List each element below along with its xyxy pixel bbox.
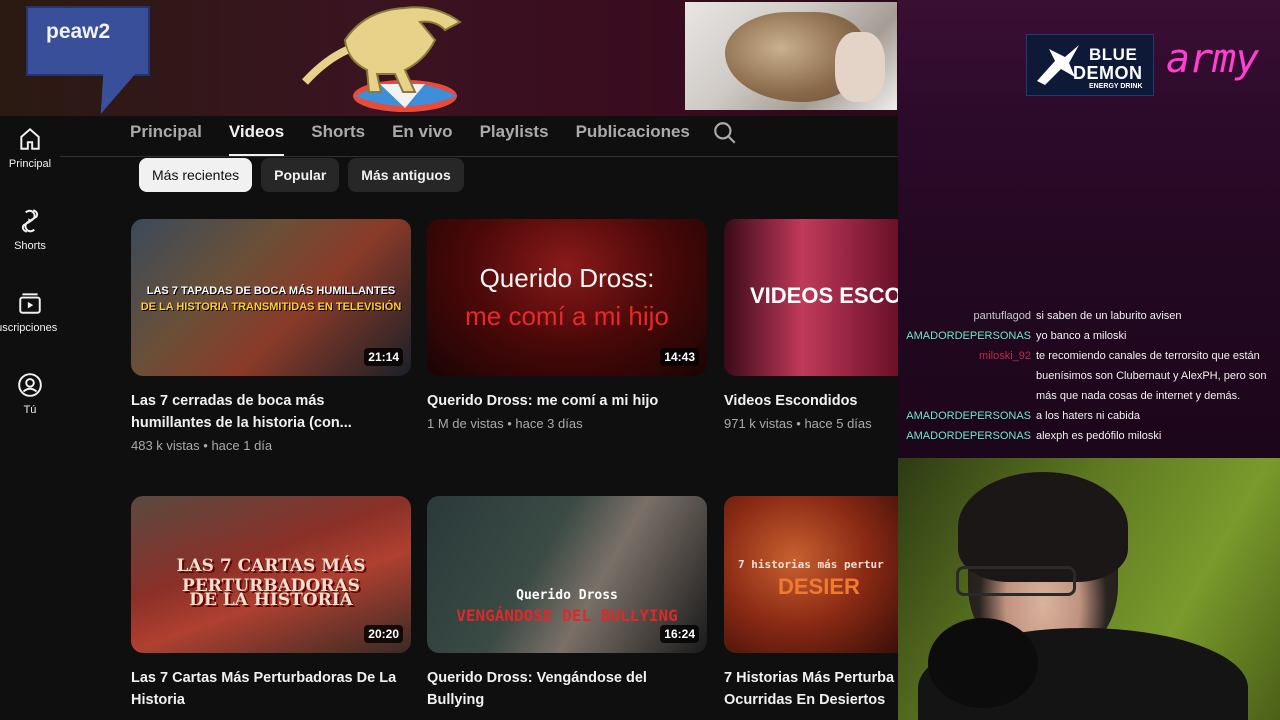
sidebar-item-label: Tú: [23, 404, 37, 416]
thumbnail-caption: 7 historias más pertur: [738, 558, 884, 571]
thumbnail-caption: VENGÁNDOSE DEL BULLYING: [456, 606, 678, 625]
chat-message: AMADORDEPERSONAS a los haters ni cabida: [898, 406, 1280, 426]
sidebar-item-shorts[interactable]: Shorts: [0, 208, 60, 252]
you-icon: [18, 373, 42, 397]
speech-bubble-tail: [88, 74, 136, 114]
streamer-glasses: [956, 566, 1076, 596]
chat-message: AMADORDEPERSONAS yo banco a miloski: [898, 326, 1280, 346]
chat-username: AMADORDEPERSONAS: [906, 330, 1031, 342]
sidebar-item-principal[interactable]: Principal: [0, 126, 60, 170]
video-title[interactable]: Las 7 cerradas de boca más humillantes d…: [131, 390, 401, 434]
chat-text: yo banco a miloski: [1036, 330, 1127, 342]
sponsor-brand-line2: DEMON: [1073, 63, 1143, 83]
video-thumbnail[interactable]: Querido Dross: me comí a mi hijo 14:43: [427, 219, 707, 376]
thumbnail-caption: LAS 7 TAPADAS DE BOCA MÁS HUMILLANTES: [146, 285, 396, 297]
speech-bubble-text: peaw2: [46, 20, 111, 43]
face-profile: [835, 32, 885, 102]
sidebar-item-label: Principal: [8, 158, 52, 170]
video-views: 971 k vistas: [724, 416, 793, 431]
chat-text: a los haters ni cabida: [1036, 410, 1140, 422]
chat-username: pantuflagod: [973, 310, 1032, 322]
video-card[interactable]: LAS 7 TAPADAS DE BOCA MÁS HUMILLANTES DE…: [131, 219, 411, 453]
tab-playlists[interactable]: Playlists: [480, 116, 549, 156]
video-thumbnail[interactable]: VIDEOS ESCO: [724, 219, 898, 376]
video-views: 1 M de vistas: [427, 416, 504, 431]
video-age: hace 5 días: [804, 416, 872, 431]
tab-principal[interactable]: Principal: [130, 116, 202, 156]
video-title[interactable]: Videos Escondidos: [724, 390, 898, 412]
sort-chips: Más recientes Popular Más antiguos: [139, 158, 473, 192]
thumbnail-caption: me comí a mi hijo: [465, 301, 669, 331]
sponsor-logo: BLUE DEMON ENERGY DRINK: [1026, 34, 1154, 96]
stream-chat: pantuflagod si saben de un laburito avis…: [898, 306, 1280, 446]
video-duration: 20:20: [364, 625, 403, 643]
video-card[interactable]: 7 historias más pertur DESIER 7 Historia…: [724, 496, 898, 711]
video-card[interactable]: LAS 7 CARTAS MÁS PERTURBADORAS DE LA HIS…: [131, 496, 411, 711]
video-card[interactable]: Querido Dross: me comí a mi hijo 14:43 Q…: [427, 219, 707, 431]
thumbnail-caption: DESIER: [778, 574, 860, 599]
chat-message: miloski_92 te recomiendo canales de terr…: [898, 346, 1280, 406]
chip-mas-recientes[interactable]: Más recientes: [139, 158, 253, 192]
video-title[interactable]: 7 Historias Más Perturba Ocurridas En De…: [724, 667, 898, 711]
tab-shorts[interactable]: Shorts: [311, 116, 365, 156]
thumbnail-caption: Querido Dross:: [479, 263, 655, 293]
stream-screen: peaw2 BLUE DEMON ENERGY DRINK army pantu…: [0, 0, 1280, 720]
video-thumbnail[interactable]: LAS 7 TAPADAS DE BOCA MÁS HUMILLANTES DE…: [131, 219, 411, 376]
sidebar-item-tu[interactable]: Tú: [0, 372, 60, 416]
video-title[interactable]: Querido Dross: Vengándose del Bullying: [427, 667, 697, 711]
video-title[interactable]: Las 7 Cartas Más Perturbadoras De La His…: [131, 667, 401, 711]
search-icon[interactable]: [712, 120, 738, 146]
video-thumbnail[interactable]: Querido Dross VENGÁNDOSE DEL BULLYING 16…: [427, 496, 707, 653]
army-text: army: [1166, 36, 1259, 82]
chip-popular[interactable]: Popular: [261, 158, 340, 192]
chat-text: si saben de un laburito avisen: [1036, 310, 1182, 322]
tab-videos[interactable]: Videos: [228, 116, 285, 156]
video-meta: 971 k vistas • hace 5 días: [724, 416, 872, 431]
thumbnail-caption: Querido Dross: [516, 588, 618, 603]
video-meta: 483 k vistas • hace 1 día: [131, 438, 273, 453]
video-views: 483 k vistas: [131, 438, 200, 453]
sidebar-item-label: Shorts: [14, 240, 46, 252]
horse-on-ball-drawing: [302, 6, 462, 112]
video-duration: 21:14: [364, 348, 403, 366]
youtube-mini-guide: Principal Shorts Suscripciones Tú: [0, 116, 60, 720]
hair-photo: [685, 2, 897, 110]
video-card[interactable]: Querido Dross VENGÁNDOSE DEL BULLYING 16…: [427, 496, 707, 711]
thumbnail-caption: VIDEOS ESCO: [750, 283, 898, 308]
home-icon: [20, 127, 40, 150]
sponsor-brand-line3: ENERGY DRINK: [1089, 83, 1143, 90]
subscriptions-icon: [19, 293, 41, 314]
chat-text: te recomiendo canales de terrorsito que …: [1036, 350, 1267, 402]
chat-username: AMADORDEPERSONAS: [906, 430, 1031, 442]
video-thumbnail[interactable]: 7 historias más pertur DESIER: [724, 496, 898, 653]
channel-tabs: Principal Videos Shorts En vivo Playlist…: [130, 116, 717, 156]
video-card[interactable]: VIDEOS ESCO Videos Escondidos 971 k vist…: [724, 219, 898, 431]
thumbnail-caption: DE LA HISTORIA TRANSMITIDAS EN TELEVISIÓ…: [140, 301, 402, 313]
chip-mas-antiguos[interactable]: Más antiguos: [348, 158, 464, 192]
video-thumbnail[interactable]: LAS 7 CARTAS MÁS PERTURBADORAS DE LA HIS…: [131, 496, 411, 653]
thumbnail-caption: DE LA HISTORIA: [189, 590, 353, 610]
chat-text: alexph es pedófilo miloski: [1036, 430, 1162, 442]
video-age: hace 1 día: [211, 438, 273, 453]
video-duration: 16:24: [660, 625, 699, 643]
sponsor-brand-line1: BLUE: [1089, 45, 1138, 64]
tab-en-vivo[interactable]: En vivo: [392, 116, 452, 156]
sidebar-item-suscripciones[interactable]: Suscripciones: [0, 290, 60, 334]
video-duration: 14:43: [660, 348, 699, 366]
microphone: [928, 618, 1038, 708]
video-meta: 1 M de vistas • hace 3 días: [427, 416, 583, 431]
chat-message: AMADORDEPERSONAS alexph es pedófilo milo…: [898, 426, 1280, 446]
tab-publicaciones[interactable]: Publicaciones: [576, 116, 690, 156]
shorts-icon: [21, 209, 39, 233]
chat-message: pantuflagod si saben de un laburito avis…: [898, 306, 1280, 326]
sidebar-item-label: Suscripciones: [0, 322, 58, 334]
video-title[interactable]: Querido Dross: me comí a mi hijo: [427, 390, 697, 412]
channel-videos-page: Principal Videos Shorts En vivo Playlist…: [60, 116, 898, 720]
channel-banner: peaw2: [0, 0, 898, 116]
video-age: hace 3 días: [515, 416, 583, 431]
chat-username: AMADORDEPERSONAS: [906, 410, 1031, 422]
tabs-divider: [60, 156, 898, 157]
webcam-feed: [898, 458, 1280, 720]
chat-username: miloski_92: [979, 350, 1031, 362]
